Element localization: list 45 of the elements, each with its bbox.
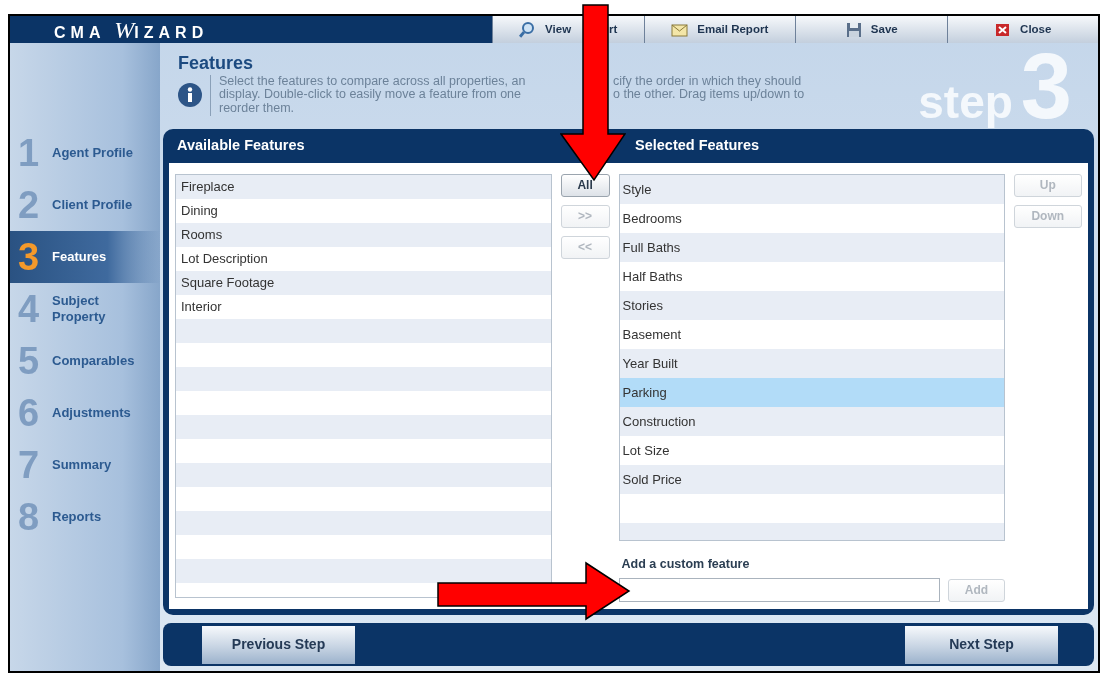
list-item[interactable]: Fireplace (176, 174, 551, 199)
list-item[interactable]: Square Footage (176, 270, 551, 295)
list-item[interactable]: Rooms (176, 222, 551, 247)
list-item[interactable]: Parking (619, 377, 1004, 407)
sidebar-item[interactable]: 1 Agent Profile (10, 127, 160, 179)
instructions-text: display. Double-click to easily move a feature from one (219, 88, 522, 103)
next-step-button[interactable]: Next Step (905, 625, 1058, 664)
selected-list[interactable]: Style Bedrooms Full Baths Half Baths Stories Basement Year Built Parking Construction Lot Size Sold Price (618, 173, 1005, 541)
page-title: Features (178, 53, 255, 75)
info-icon (178, 82, 202, 107)
list-item[interactable]: Dining (176, 198, 551, 223)
panel-heading: Selected Features (635, 135, 760, 155)
panel-heading: Available Features (177, 135, 306, 155)
sidebar-item[interactable]: 7 Summary (10, 439, 160, 491)
list-item[interactable]: Lot Description (176, 246, 551, 271)
sidebar-item[interactable]: 5 Comparables (10, 335, 160, 387)
toolbar-button[interactable]: Save (795, 16, 947, 43)
previous-step-button[interactable]: Previous Step (202, 625, 355, 664)
list-item[interactable]: Sold Price (619, 464, 1004, 494)
save-icon (844, 20, 863, 39)
list-button[interactable]: All (560, 173, 610, 197)
close-button[interactable]: Close (946, 16, 1098, 43)
list-item[interactable]: Half Baths (619, 261, 1004, 291)
list-item[interactable]: Basement (619, 319, 1004, 349)
list-item[interactable]: Lot Size (619, 435, 1004, 465)
sidebar-item[interactable]: 3 Features (10, 231, 160, 283)
instructions-text: cify the order in which they should (613, 74, 802, 89)
list-item[interactable]: Full Baths (619, 232, 1004, 262)
list-item[interactable]: Bedrooms (619, 203, 1004, 233)
list-item[interactable]: Interior (176, 294, 551, 319)
sidebar-item[interactable]: 6 Adjustments (10, 387, 160, 439)
toolbar-button[interactable]: Email Report (643, 16, 795, 43)
custom-feature-input[interactable] (618, 578, 941, 603)
list-item[interactable]: Construction (619, 406, 1004, 436)
app-logo: CMA WIZARD (54, 15, 210, 45)
instructions-text: o the other. Drag items up/down to (613, 88, 805, 103)
instructions-text: reorder them. (219, 102, 295, 116)
list-item[interactable]: Stories (619, 290, 1004, 320)
list-item[interactable]: Year Built (619, 348, 1004, 378)
sidebar-item[interactable]: 8 Reports (10, 491, 160, 543)
available-list[interactable]: Fireplace Dining Rooms Lot Description Square Footage Interior (175, 173, 552, 598)
list-item[interactable]: Style (619, 174, 1004, 204)
field-label: Add a custom feature (621, 555, 751, 573)
instructions-text: Select the features to compare across all properties, an (219, 74, 527, 89)
sidebar-item[interactable]: 2 Client Profile (10, 179, 160, 231)
